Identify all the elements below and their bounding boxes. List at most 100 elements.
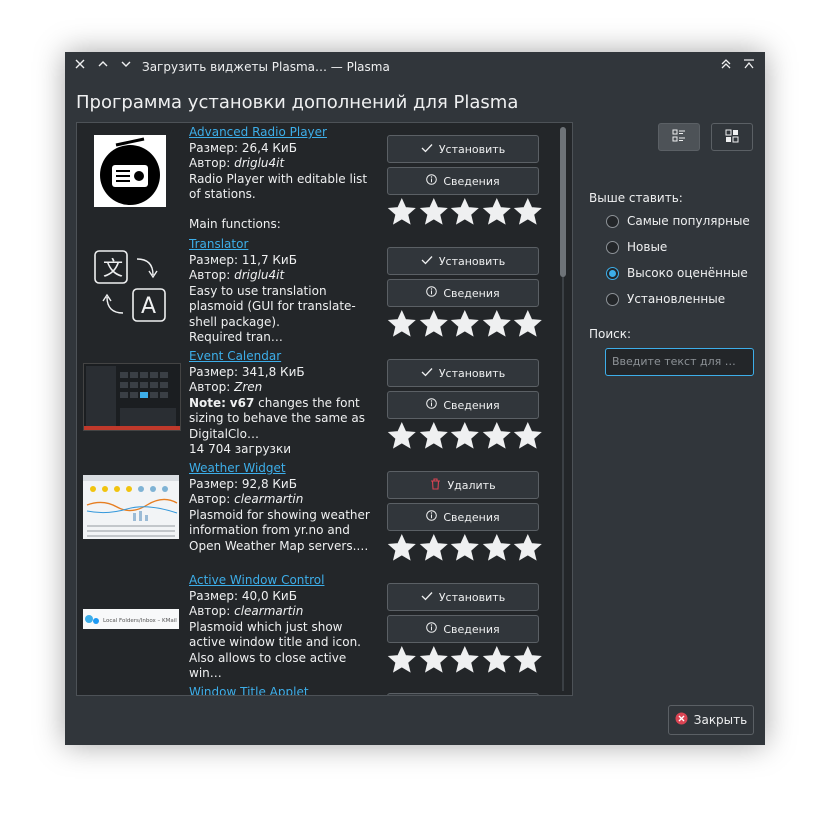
item-author: Автор: driglu4it xyxy=(189,268,285,282)
list-view-button[interactable] xyxy=(658,123,700,151)
details-button[interactable]: Сведения xyxy=(387,391,539,419)
star-icon xyxy=(482,533,511,561)
item-size: Размер: 341,8 КиБ xyxy=(189,364,305,379)
list-scrollbar[interactable] xyxy=(560,127,566,691)
calendar-thumbnail xyxy=(83,363,181,431)
star-icon xyxy=(514,421,543,449)
star-icon xyxy=(387,309,416,337)
star-icon xyxy=(387,197,416,225)
info-icon xyxy=(426,510,438,524)
close-window-icon[interactable] xyxy=(70,57,90,77)
star-icon xyxy=(514,533,543,561)
close-button[interactable]: Закрыть xyxy=(668,705,754,735)
search-input[interactable]: Введите текст для … xyxy=(605,348,754,376)
rating-stars xyxy=(387,645,543,675)
list-item: Event Calendar Размер: 341,8 КиБ Автор: … xyxy=(77,349,557,461)
svg-text:A: A xyxy=(141,294,156,319)
item-author: Автор: clearmartin xyxy=(189,492,304,506)
scrollbar-handle[interactable] xyxy=(560,127,566,277)
star-icon xyxy=(419,421,448,449)
svg-text:文: 文 xyxy=(103,256,123,280)
window-control-thumbnail: Local Folders/Inbox – KMail xyxy=(83,609,179,629)
item-name-link[interactable]: Translator xyxy=(189,237,379,253)
chevron-down-icon[interactable] xyxy=(116,57,136,77)
item-name-link[interactable]: Window Title Applet xyxy=(189,685,379,695)
star-icon xyxy=(514,309,543,337)
check-icon xyxy=(421,367,433,380)
star-icon xyxy=(419,309,448,337)
weather-thumbnail xyxy=(83,475,179,539)
details-button[interactable]: Сведения xyxy=(387,615,539,643)
star-icon xyxy=(387,421,416,449)
translate-thumbnail: 文 A xyxy=(91,247,169,325)
install-button[interactable] xyxy=(387,693,539,695)
grid-view-button[interactable] xyxy=(711,123,753,151)
details-button[interactable]: Сведения xyxy=(387,167,539,195)
star-icon xyxy=(514,197,543,225)
sort-option-installed[interactable]: Установленные xyxy=(606,289,725,309)
check-icon xyxy=(421,591,433,604)
addon-list[interactable]: Advanced Radio Player Размер: 26,4 КиБ А… xyxy=(76,122,573,696)
radio-button[interactable] xyxy=(606,214,619,228)
star-icon xyxy=(450,197,479,225)
keep-above-icon[interactable] xyxy=(716,57,736,77)
details-button[interactable]: Сведения xyxy=(387,503,539,531)
maximize-icon[interactable] xyxy=(739,57,759,77)
item-info: Window Title Applet xyxy=(189,685,379,695)
item-downloads: 14 704 загрузки xyxy=(189,442,291,456)
item-author: Автор: Zren xyxy=(189,380,263,394)
star-icon xyxy=(387,533,416,561)
item-name-link[interactable]: Event Calendar xyxy=(189,349,379,365)
radio-thumbnail xyxy=(94,135,166,207)
chevron-up-icon[interactable] xyxy=(93,57,113,77)
item-info: Translator Размер: 11,7 КиБ Автор: drigl… xyxy=(189,237,379,346)
sort-option-newest[interactable]: Новые xyxy=(606,237,667,257)
install-button[interactable]: Установить xyxy=(387,247,539,275)
item-description: Easy to use translation plasmoid (GUI fo… xyxy=(189,283,356,329)
install-button[interactable]: Установить xyxy=(387,359,539,387)
star-icon xyxy=(482,197,511,225)
info-icon xyxy=(426,286,438,300)
star-icon xyxy=(387,645,416,673)
dialog-window: Загрузить виджеты Plasma… — Plasma Прогр… xyxy=(65,52,765,745)
radio-button[interactable] xyxy=(606,292,619,306)
item-size: Размер: 26,4 КиБ xyxy=(189,140,297,155)
item-description: Plasmoid which just show active window t… xyxy=(189,619,361,681)
star-icon xyxy=(419,533,448,561)
uninstall-button[interactable]: Удалить xyxy=(387,471,539,499)
item-info: Event Calendar Размер: 341,8 КиБ Автор: … xyxy=(189,349,379,458)
list-item: 文 A Translator Размер: 11,7 КиБ Автор: d… xyxy=(77,237,557,349)
check-icon xyxy=(421,255,433,268)
star-icon xyxy=(514,645,543,673)
star-icon xyxy=(419,197,448,225)
item-size: Размер: 92,8 КиБ xyxy=(189,476,297,491)
details-button[interactable]: Сведения xyxy=(387,279,539,307)
item-info: Active Window Control Размер: 40,0 КиБ А… xyxy=(189,573,379,682)
item-info: Weather Widget Размер: 92,8 КиБ Автор: c… xyxy=(189,461,379,554)
sort-option-popular[interactable]: Самые популярные xyxy=(606,211,750,231)
item-extra: Main functions: xyxy=(189,216,281,231)
info-icon xyxy=(426,622,438,636)
star-icon xyxy=(482,309,511,337)
list-view-icon xyxy=(672,128,686,147)
item-size: Размер: 11,7 КиБ xyxy=(189,252,297,267)
thumbnail-caption: Local Folders/Inbox – KMail xyxy=(103,618,177,624)
item-name-link[interactable]: Advanced Radio Player xyxy=(189,125,379,141)
radio-button[interactable] xyxy=(606,240,619,254)
rating-stars xyxy=(387,197,543,227)
page-title: Программа установки дополнений для Plasm… xyxy=(76,92,519,113)
search-label: Поиск: xyxy=(589,327,632,341)
sort-option-rated[interactable]: Высоко оценённые xyxy=(606,263,748,283)
install-button[interactable]: Установить xyxy=(387,135,539,163)
info-icon xyxy=(426,398,438,412)
install-button[interactable]: Установить xyxy=(387,583,539,611)
item-author: Автор: clearmartin xyxy=(189,604,304,618)
item-author: Автор: driglu4it xyxy=(189,156,285,170)
item-name-link[interactable]: Active Window Control xyxy=(189,573,379,589)
item-name-link[interactable]: Weather Widget xyxy=(189,461,379,477)
item-description: Note: v67 changes the font sizing to beh… xyxy=(189,395,365,441)
sort-label: Выше ставить: xyxy=(589,191,683,205)
item-description: Radio Player with editable list of stati… xyxy=(189,171,368,202)
radio-button[interactable] xyxy=(606,266,619,280)
star-icon xyxy=(450,421,479,449)
